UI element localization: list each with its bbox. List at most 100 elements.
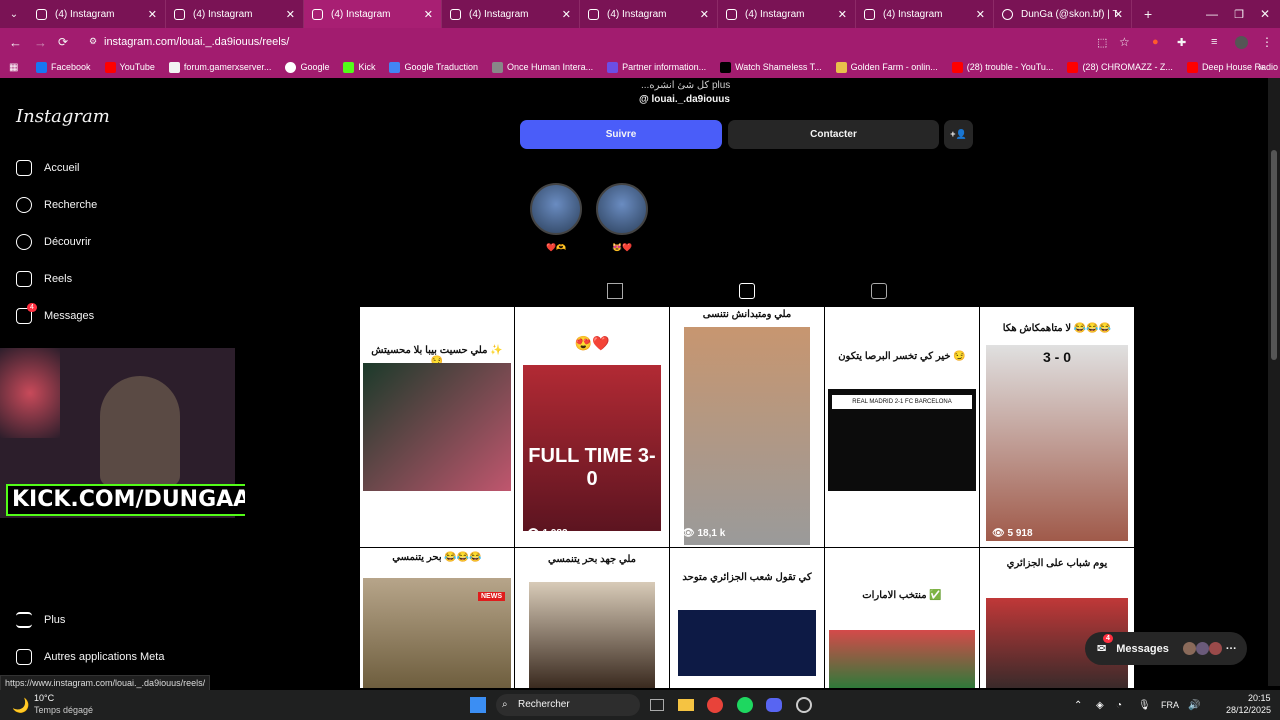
reel-thumbnail[interactable]: كي تقول شعب الجزائري متوحد xyxy=(670,548,824,688)
reel-thumbnail[interactable]: ملي ومتبدانش نتنسى 👁 18,1 k xyxy=(670,307,824,547)
close-tab-icon[interactable]: ✕ xyxy=(838,8,847,21)
microphone-icon[interactable]: 🎙 xyxy=(1138,700,1151,711)
weather-desc: Temps dégagé xyxy=(34,705,94,715)
windows-taskbar: 🌙 10°C Temps dégagé ⌕ Rechercher ⌃ ◈ ◔ 🎙 … xyxy=(0,690,1280,720)
site-info-icon[interactable]: ⚙ xyxy=(89,36,97,47)
scrollbar-thumb[interactable] xyxy=(1271,150,1277,360)
speaker-icon[interactable]: 🔊 xyxy=(1188,700,1200,711)
browser-tab[interactable]: (4) Instagram ✕ xyxy=(856,0,994,28)
task-view-icon[interactable] xyxy=(650,699,664,711)
extensions-icon[interactable]: ✚ xyxy=(1177,36,1186,49)
bookmark-google[interactable]: Google xyxy=(285,61,329,73)
browser-tab[interactable]: (4) Instagram ✕ xyxy=(580,0,718,28)
address-bar[interactable]: instagram.com/louai._.da9iouus/reels/ xyxy=(84,32,1144,52)
bookmark-kick[interactable]: Kick xyxy=(343,61,375,73)
bookmark-golden-farm[interactable]: Golden Farm - onlin... xyxy=(835,61,938,73)
bookmark-youtube[interactable]: YouTube xyxy=(104,61,155,73)
file-explorer-icon[interactable] xyxy=(678,699,694,711)
profile-avatar[interactable] xyxy=(1235,35,1248,49)
reel-thumbnail[interactable]: لا متاهمكاش هكا 😂😂😂 3 - 0 👁 5 918 xyxy=(980,307,1134,547)
close-tab-icon[interactable]: ✕ xyxy=(148,8,157,21)
more-bookmarks-icon[interactable]: » xyxy=(1258,62,1264,73)
reels-tab-icon[interactable] xyxy=(739,283,755,299)
discord-icon[interactable] xyxy=(766,698,782,712)
bookmark-trouble[interactable]: (28) trouble - YouTu... xyxy=(951,61,1053,73)
close-tab-icon[interactable]: ✕ xyxy=(700,8,709,21)
reel-thumbnail[interactable]: ملي جهد بحر يتنمسي xyxy=(515,548,669,688)
bookmark-forum[interactable]: forum.gamerxserver... xyxy=(168,61,271,73)
weather-temp[interactable]: 10°C xyxy=(34,693,54,703)
nav-more[interactable]: Plus xyxy=(16,612,65,628)
browser-tab[interactable]: (4) Instagram ✕ xyxy=(442,0,580,28)
clock-time[interactable]: 20:15 xyxy=(1248,693,1271,703)
story-highlight[interactable] xyxy=(530,183,582,235)
new-tab-icon[interactable]: + xyxy=(1144,6,1152,22)
menu-icon[interactable]: ⋮ xyxy=(1261,35,1273,49)
bookmark-deep-house[interactable]: Deep House Radio -... xyxy=(1186,61,1280,73)
browser-tab[interactable]: (4) Instagram ✕ xyxy=(166,0,304,28)
wifi-icon[interactable]: ◔ xyxy=(1116,700,1122,711)
reel-thumbnail[interactable]: يوم شباب على الجزائري xyxy=(980,548,1134,688)
taskbar-search[interactable]: ⌕ Rechercher xyxy=(496,694,640,716)
highlight-label: 😻❤️ xyxy=(612,243,632,252)
language-indicator[interactable]: FRA xyxy=(1161,700,1179,710)
bookmark-chromazz[interactable]: (28) CHROMAZZ - Z... xyxy=(1067,61,1173,73)
reel-thumbnail[interactable]: خير كي تخسر البرصا يتكون 😏 REAL MADRID 2… xyxy=(825,307,979,547)
app-icon[interactable] xyxy=(796,697,812,713)
nav-explore[interactable]: Découvrir xyxy=(16,234,91,250)
reload-icon[interactable]: ⟳ xyxy=(58,35,68,49)
reel-thumbnail[interactable]: 😍❤️ FULL TIME 3-0 👁 1 982 xyxy=(515,307,669,547)
close-window-icon[interactable]: ✕ xyxy=(1260,7,1270,21)
forward-icon[interactable]: → xyxy=(34,35,47,50)
grid-tab-icon[interactable] xyxy=(607,283,623,299)
reel-thumbnail[interactable]: ملي حسيت بيبا بلا محسيتش ✨😏 👁 637 k xyxy=(360,307,514,547)
view-count: 👁 637 k xyxy=(372,528,413,539)
contact-button[interactable]: Contacter xyxy=(728,120,939,149)
close-tab-icon[interactable]: ✕ xyxy=(286,8,295,21)
spotify-icon[interactable] xyxy=(737,697,753,713)
nav-home[interactable]: Accueil xyxy=(16,160,79,176)
extension-icon[interactable]: ● xyxy=(1152,36,1159,48)
close-tab-icon[interactable]: ✕ xyxy=(562,8,571,21)
tab-list-icon[interactable]: ⌄ xyxy=(0,9,28,20)
reel-thumbnail[interactable]: منتخب الامارات ✅ xyxy=(825,548,979,688)
reel-thumbnail[interactable]: بحر يتنمسي 😂😂😂 NEWS xyxy=(360,548,514,688)
story-highlight[interactable] xyxy=(596,183,648,235)
close-tab-icon[interactable]: ✕ xyxy=(976,8,985,21)
bookmark-shameless[interactable]: Watch Shameless T... xyxy=(720,61,822,73)
close-tab-icon[interactable]: ✕ xyxy=(1114,8,1123,21)
tagged-tab-icon[interactable] xyxy=(871,283,887,299)
chrome-icon[interactable] xyxy=(707,697,723,713)
maximize-icon[interactable]: ❐ xyxy=(1234,8,1244,21)
bookmark-partner[interactable]: Partner information... xyxy=(607,61,706,73)
add-person-icon[interactable]: +👤 xyxy=(944,120,973,149)
chevron-up-icon[interactable]: ⌃ xyxy=(1074,700,1082,711)
page-scrollbar[interactable] xyxy=(1268,78,1280,686)
page-icon xyxy=(835,61,847,73)
minimize-icon[interactable]: — xyxy=(1206,7,1218,21)
browser-tab[interactable]: (4) Instagram ✕ xyxy=(718,0,856,28)
bookmark-google-translate[interactable]: Google Traduction xyxy=(389,61,478,73)
tray-icon[interactable]: ◈ xyxy=(1096,700,1104,711)
browser-tab[interactable]: (4) Instagram ✕ xyxy=(28,0,166,28)
bookmark-star-icon[interactable]: ☆ xyxy=(1119,35,1130,49)
browser-tab[interactable]: DunGa (@skon.bf) | TikTok✕ xyxy=(994,0,1132,28)
apps-icon[interactable]: ▦ xyxy=(9,62,18,73)
install-app-icon[interactable]: ⬚ xyxy=(1097,36,1107,49)
nav-meta-apps[interactable]: Autres applications Meta xyxy=(16,649,164,665)
nav-messages[interactable]: 4 Messages xyxy=(16,303,94,324)
windows-start-icon[interactable] xyxy=(470,697,486,713)
bookmark-once-human[interactable]: Once Human Intera... xyxy=(492,61,593,73)
nav-reels[interactable]: Reels xyxy=(16,271,72,287)
back-icon[interactable]: ← xyxy=(9,35,22,50)
follow-button[interactable]: Suivre xyxy=(520,120,722,149)
media-icon[interactable]: ≡ xyxy=(1211,36,1217,48)
messages-floating-button[interactable]: ✉ 4 Messages ··· xyxy=(1085,632,1247,665)
close-tab-icon[interactable]: ✕ xyxy=(424,8,433,21)
instagram-icon xyxy=(36,8,47,20)
browser-tab-active[interactable]: (4) Instagram ✕ xyxy=(304,0,442,28)
nav-search[interactable]: Recherche xyxy=(16,197,97,213)
threads-handle[interactable]: @ louai._.da9iouus xyxy=(639,94,730,105)
bookmark-facebook[interactable]: Facebook xyxy=(36,61,91,73)
instagram-logo[interactable]: Instagram xyxy=(16,106,110,127)
